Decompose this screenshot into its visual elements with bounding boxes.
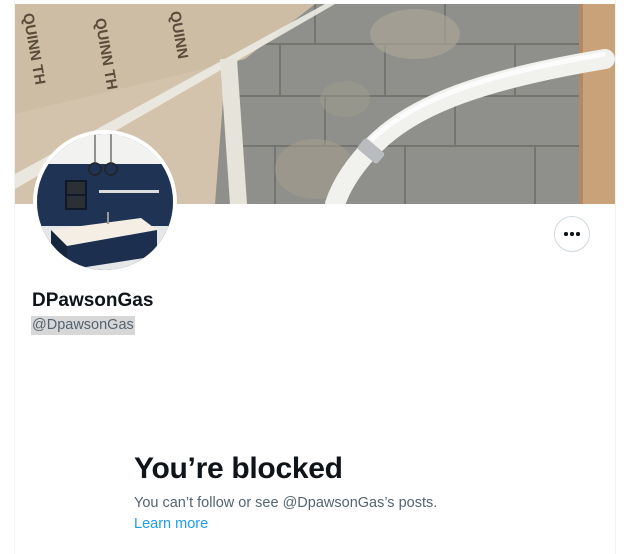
user-handle: @DpawsonGas [31,316,135,335]
avatar-photo [37,134,173,270]
avatar-image[interactable] [33,130,177,274]
blocked-description: You can’t follow or see @DpawsonGas’s po… [134,495,438,511]
display-name: DPawsonGas [32,290,154,311]
more-options-button[interactable] [554,216,590,252]
profile-column: QUINN TH QUINN TH QUINN DPawsonGas @Dpaw… [14,0,616,554]
more-icon [564,232,580,236]
learn-more-link[interactable]: Learn more [134,515,208,534]
blocked-title: You’re blocked [134,452,343,485]
